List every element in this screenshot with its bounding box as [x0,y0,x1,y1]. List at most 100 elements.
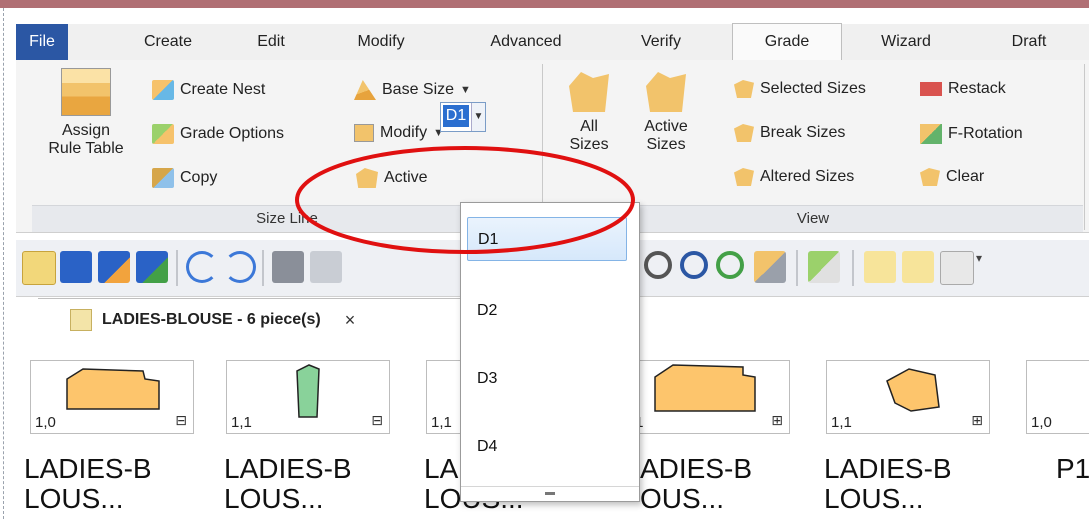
undo-icon[interactable] [186,251,218,283]
active-sizes-label-1: Active [644,118,688,135]
toolbar-overflow-icon[interactable]: ▾ [976,251,986,283]
chevron-down-icon: ▼ [460,84,471,96]
dropdown-arrow-icon[interactable]: ▼ [471,103,485,131]
create-nest-label: Create Nest [180,81,266,98]
toolbar-separator [852,250,854,286]
piece-name[interactable]: LADIES-B LOUS... [24,454,152,514]
redo-icon[interactable] [224,251,256,283]
dropdown-resize-grip[interactable]: ▬ [461,486,639,501]
open-folder-icon[interactable] [22,251,56,285]
copy-label: Copy [180,169,218,186]
active-sizes-icon [646,72,686,112]
all-sizes-button[interactable]: All Sizes [556,72,622,154]
zoom-1-1-icon[interactable] [716,251,744,279]
delete-piece-icon[interactable] [864,251,896,283]
tab-advanced[interactable]: Advanced [466,24,586,60]
piece-name[interactable]: P1 [1056,454,1089,484]
selected-sizes-label: Selected Sizes [760,80,866,97]
piece-name-line: OUS... [640,483,725,514]
toolbar-separator [262,250,264,286]
f-rotation-label: F-Rotation [948,125,1023,142]
piece-thumbnail[interactable]: 1,1 ⊞ [826,360,990,434]
zoom-fit-icon[interactable] [680,251,708,279]
assign-rule-table-label-2: Rule Table [48,140,124,157]
piece-thumbnail[interactable]: ,1 ⊞ [626,360,790,434]
toolbar-separator [796,250,798,286]
rotation-icon [920,124,942,144]
selected-sizes-button[interactable]: Selected Sizes [734,80,866,98]
tab-edit[interactable]: Edit [241,24,301,60]
modify-label: Modify [380,124,428,141]
document-tab[interactable]: LADIES-BLOUSE - 6 piece(s) × [70,298,490,342]
dropdown-option-d1[interactable]: D1 [467,217,627,261]
base-size-button[interactable]: Base Size ▼ [354,80,471,100]
piece-name[interactable]: ADIES-B OUS... [640,454,752,514]
dropdown-option-d2[interactable]: D2 [467,289,627,333]
copy-button[interactable]: Copy [152,168,217,188]
tab-draft[interactable]: Draft [984,24,1074,60]
toolbar-separator [176,250,178,286]
save-icon[interactable] [60,251,92,283]
tab-create[interactable]: Create [128,24,208,60]
close-icon[interactable]: × [345,310,356,331]
grade-options-icon [152,124,174,144]
piece-name-line: LOUS... [24,483,124,514]
save-as-icon[interactable] [98,251,130,283]
all-sizes-label-2: Sizes [569,136,609,153]
active-sizes-button[interactable]: Active Sizes [628,72,704,154]
piece-quantity: 1,0 [35,414,56,431]
tab-wizard[interactable]: Wizard [856,24,956,60]
piece-name-line: P1 [1056,453,1089,484]
piece-shape [654,364,756,412]
grade-options-button[interactable]: Grade Options [152,124,284,144]
active-size-dropdown: D1 D2 D3 D4 ▬ [460,202,640,502]
grid-icon[interactable] [808,251,840,283]
restack-button[interactable]: Restack [920,80,1006,98]
assign-rule-table-button[interactable]: Assign Rule Table [36,68,136,158]
piece-status-icon: ⊞ [971,412,983,428]
piece-name-line: LOUS... [824,483,924,514]
tab-verify[interactable]: Verify [616,24,706,60]
dropdown-option-d3[interactable]: D3 [467,357,627,401]
break-sizes-icon [734,124,754,142]
notes-icon[interactable] [940,251,974,285]
window-top-strip [0,0,1089,8]
model-icon [70,309,92,331]
all-sizes-label-1: All [580,118,598,135]
ribbon-tab-bar: File Create Edit Modify Advanced Verify … [16,23,1089,61]
create-nest-button[interactable]: Create Nest [152,80,265,100]
clear-button[interactable]: Clear [920,168,984,186]
clear-label: Clear [946,168,985,185]
tab-grade[interactable]: Grade [732,23,842,61]
active-label: Active [384,169,428,186]
altered-sizes-button[interactable]: Altered Sizes [734,168,854,186]
active-size-control: Active [356,168,428,188]
piece-thumbnail[interactable]: 1,0 [1026,360,1089,434]
tab-modify[interactable]: Modify [336,24,426,60]
save-all-icon[interactable] [136,251,168,283]
tab-file[interactable]: File [16,24,68,60]
zoom-icon[interactable] [644,251,672,279]
f-rotation-button[interactable]: F-Rotation [920,124,1023,144]
restack-label: Restack [948,80,1006,97]
delete-all-icon[interactable] [902,251,934,283]
print-preview-icon[interactable] [310,251,342,283]
active-size-combobox[interactable]: D1 ▼ [440,102,486,132]
piece-name-line: LADIES-B [224,453,352,484]
piece-name[interactable]: LADIES-B LOUS... [824,454,952,514]
grade-options-label: Grade Options [180,125,285,142]
piece-name-line: LADIES-B [824,453,952,484]
piece-thumbnail[interactable]: 1,0 ⊟ [30,360,194,434]
piece-shape [296,364,320,418]
active-size-icon [356,168,378,188]
piece-arrange-icon[interactable] [754,251,786,283]
dropdown-option-d4[interactable]: D4 [467,425,627,469]
piece-thumbnail[interactable]: 1,1 ⊟ [226,360,390,434]
piece-name[interactable]: LADIES-B LOUS... [224,454,352,514]
altered-sizes-label: Altered Sizes [760,168,855,185]
modify-size-button[interactable]: Modify ▼ [354,124,444,142]
piece-status-icon: ⊟ [175,412,187,428]
print-icon[interactable] [272,251,304,283]
piece-quantity: 1,0 [1031,414,1052,431]
break-sizes-button[interactable]: Break Sizes [734,124,845,142]
